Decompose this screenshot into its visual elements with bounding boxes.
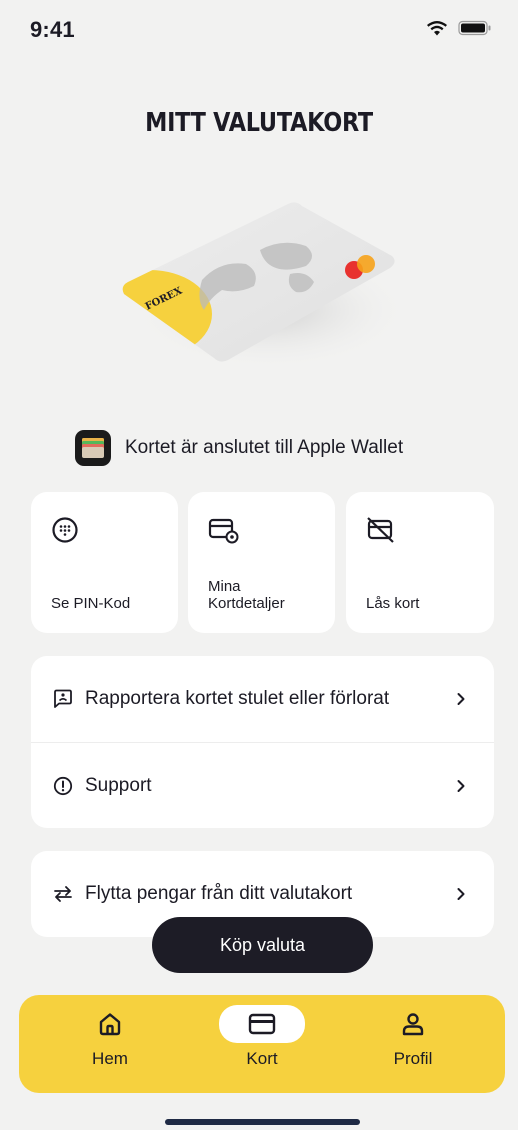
tab-card[interactable]: Kort: [212, 1005, 312, 1069]
card-details-line1: Mina: [208, 578, 241, 595]
wallet-icon: [75, 430, 111, 466]
card-actions-list: Rapportera kortet stulet eller förlorat …: [31, 656, 494, 828]
chevron-right-icon: [457, 693, 465, 705]
tab-profile-label: Profil: [393, 1049, 433, 1068]
tab-home[interactable]: Hem: [60, 1007, 160, 1069]
apple-wallet-text: Kortet är anslutet till Apple Wallet: [125, 437, 404, 458]
support-row[interactable]: Support: [31, 742, 494, 828]
transfer-icon: [54, 886, 72, 902]
card-icon: [248, 1013, 276, 1035]
tab-home-label: Hem: [92, 1049, 128, 1068]
lock-card-label: Lås kort: [366, 595, 420, 612]
buy-currency-button[interactable]: Köp valuta: [152, 917, 373, 973]
transfer-money-label: Flytta pengar från ditt valutakort: [85, 883, 353, 904]
status-icons: [426, 20, 492, 36]
card-details-label: Mina Kortdetaljer: [208, 578, 285, 612]
chevron-right-icon: [457, 888, 465, 900]
card-details-line2: Kortdetaljer: [208, 595, 285, 612]
status-time: 9:41: [30, 17, 75, 42]
wifi-icon: [427, 21, 447, 36]
apple-wallet-status: Kortet är anslutet till Apple Wallet: [75, 430, 403, 466]
tab-profile[interactable]: Profil: [363, 1007, 463, 1069]
show-pin-label: Se PIN-Kod: [51, 595, 131, 612]
report-stolen-label: Rapportera kortet stulet eller förlorat: [85, 688, 390, 709]
lock-card-tile[interactable]: Lås kort: [346, 492, 494, 633]
chevron-right-icon: [457, 779, 465, 792]
battery-icon: [458, 20, 491, 36]
card-lock-icon: [367, 517, 394, 543]
page-title: MITT VALUTAKORT: [145, 108, 373, 138]
info-icon: [53, 776, 73, 795]
tab-card-label: Kort: [246, 1049, 278, 1068]
report-icon: [54, 689, 72, 708]
support-label: Support: [85, 774, 152, 796]
pin-grid-icon: [52, 517, 78, 543]
card-illustration: FOREX: [110, 190, 410, 380]
show-pin-tile[interactable]: Se PIN-Kod: [31, 492, 178, 633]
report-stolen-row[interactable]: Rapportera kortet stulet eller förlorat: [31, 656, 494, 742]
home-indicator[interactable]: [165, 1119, 360, 1125]
card-settings-icon: [208, 518, 239, 544]
card-details-tile[interactable]: Mina Kortdetaljer: [188, 492, 335, 633]
home-icon: [99, 1013, 121, 1036]
profile-icon: [402, 1013, 424, 1036]
tab-bar: Hem Kort Profil: [19, 995, 505, 1093]
